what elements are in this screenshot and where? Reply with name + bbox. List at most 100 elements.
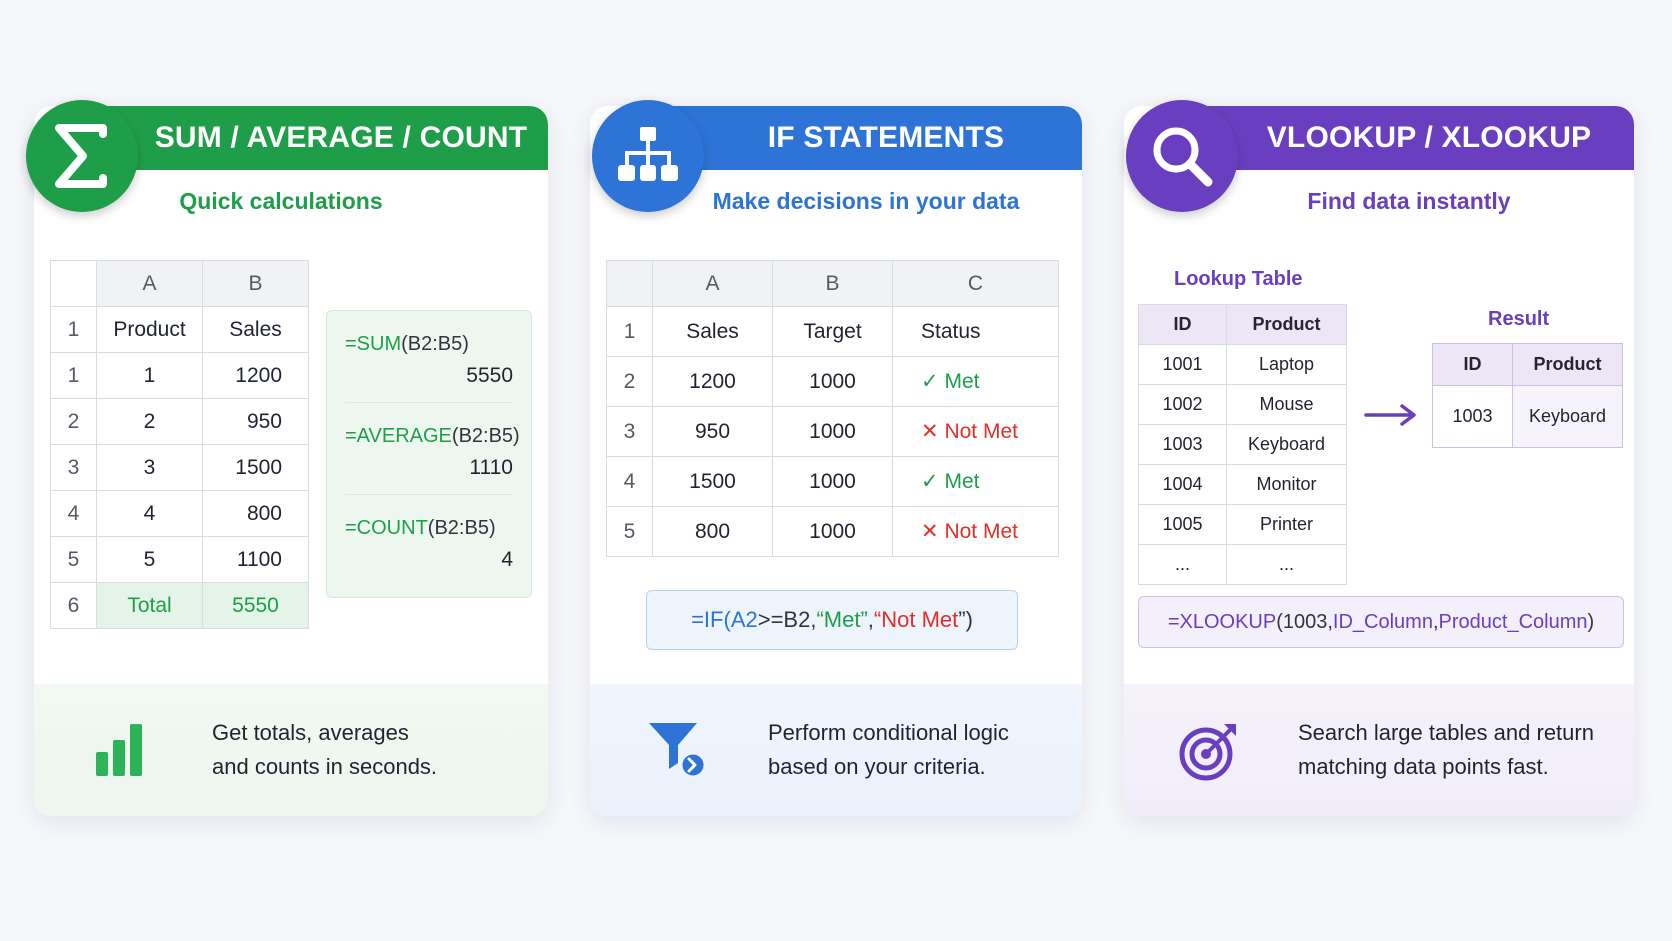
cell: Sales [652,306,773,357]
sum-card-title: SUM / AVERAGE / COUNT [94,106,548,170]
cell: 1500 [202,444,309,491]
description-line: Perform conditional logic [768,720,1009,745]
table-row: 1 Product Sales [50,306,309,353]
total-value: 5550 [202,582,309,629]
table-row: 4 1500 1000 ✓ Met [606,456,1059,507]
sum-description: Get totals, averages and counts in secon… [34,684,548,816]
table-row: 5 5 1100 [50,536,309,583]
formula-part: =IF( [691,607,731,632]
cell: Product [96,306,203,353]
cell: 950 [652,406,773,457]
status-text: Met [944,470,980,493]
formula-part: (1003, [1276,610,1333,633]
cell: 1500 [652,456,773,507]
status-cell: ✓ Met [892,356,1059,407]
status-cell: ✕ Not Met [892,506,1059,557]
sum-spreadsheet-table: A B 1 Product Sales 1 1 1200 2 2 950 3 3… [50,260,309,629]
row-number: 2 [606,356,653,407]
cell: 1200 [652,356,773,407]
row-number: 3 [50,444,97,491]
cell: 1 [96,352,203,399]
cell: 1000 [772,506,893,557]
cell: Keyboard [1512,385,1623,448]
row-number: 5 [50,536,97,583]
bar-chart-icon [88,718,152,782]
formula-part: “Met” [816,607,868,632]
cell: 1001 [1138,344,1227,385]
cell: 1000 [772,456,893,507]
cell: ... [1138,544,1227,585]
column-header-b: B [202,260,309,307]
sigma-icon [26,100,138,212]
cell: 3 [96,444,203,491]
sum-description-text: Get totals, averages and counts in secon… [212,716,532,784]
status-text: Not Met [944,420,1018,443]
cell: 1003 [1138,424,1227,465]
cell: Target [772,306,893,357]
count-formula: =COUNT(B2:B5) 4 [345,495,513,587]
cell: Laptop [1226,344,1347,385]
formula-args: (B2:B5) [451,425,520,447]
check-icon: ✓ [921,470,939,493]
if-formula-box: =IF(A2 >=B2, “Met”, “Not Met”) [646,590,1018,650]
lookup-description: Search large tables and return matching … [1124,684,1634,816]
row-number: 1 [606,306,653,357]
sum-average-count-card: SUM / AVERAGE / COUNT Quick calculations… [34,106,548,816]
formula-result: 1110 [469,456,513,479]
cell: 1005 [1138,504,1227,545]
formula-part: ) [1587,610,1595,633]
lookup-card: VLOOKUP / XLOOKUP Find data instantly Lo… [1124,106,1634,816]
table-row: 4 4 800 [50,490,309,537]
table-row: 1001 Laptop [1138,344,1347,385]
row-number: 6 [50,582,97,629]
hierarchy-icon [592,100,704,212]
row-number: 1 [50,306,97,353]
row-number: 3 [606,406,653,457]
cell: 1200 [202,352,309,399]
magnifier-icon [1126,100,1238,212]
column-header-product: Product [1226,304,1347,345]
cell: 800 [652,506,773,557]
status-text: Met [944,370,980,393]
filter-icon [644,718,708,782]
column-header-c: C [892,260,1059,307]
table-row: 2 2 950 [50,398,309,445]
column-header-a: A [96,260,203,307]
cell: 800 [202,490,309,537]
formula-part: ID_Column [1332,610,1433,633]
table-row: 1 Sales Target Status [606,306,1059,357]
cross-icon: ✕ [921,420,939,443]
table-row: 1004 Monitor [1138,464,1347,505]
row-number: 1 [50,352,97,399]
result-table: ID Product 1003 Keyboard [1432,343,1623,448]
table-row: 1003 Keyboard [1138,424,1347,465]
cross-icon: ✕ [921,520,939,543]
sum-formulas-panel: =SUM(B2:B5) 5550 =AVERAGE(B2:B5) 1110 =C… [326,310,532,598]
cell: 1100 [202,536,309,583]
cell: Printer [1226,504,1347,545]
xlookup-formula-box: =XLOOKUP (1003, ID_Column, Product_Column… [1138,596,1624,648]
formula-function: =SUM [345,333,402,355]
cell: 950 [202,398,309,445]
cell: 1000 [772,406,893,457]
cell: ... [1226,544,1347,585]
status-text: Not Met [944,520,1018,543]
column-header-b: B [772,260,893,307]
column-header-id: ID [1138,304,1227,345]
formula-args: (B2:B5) [427,517,496,539]
corner-cell [606,260,653,307]
lookup-table-title: Lookup Table [1174,268,1303,290]
table-row: 2 1200 1000 ✓ Met [606,356,1059,407]
lookup-description-text: Search large tables and return matching … [1298,716,1628,784]
formula-part: Product_Column [1438,610,1588,633]
description-line: and counts in seconds. [212,754,438,779]
table-row: 1002 Mouse [1138,384,1347,425]
cell: Status [892,306,1059,357]
cell: Keyboard [1226,424,1347,465]
cell: 1004 [1138,464,1227,505]
status-cell: ✓ Met [892,456,1059,507]
formula-result: 4 [501,548,513,571]
table-row: 3 3 1500 [50,444,309,491]
description-line: Get totals, averages [212,720,409,745]
row-number: 4 [50,490,97,537]
